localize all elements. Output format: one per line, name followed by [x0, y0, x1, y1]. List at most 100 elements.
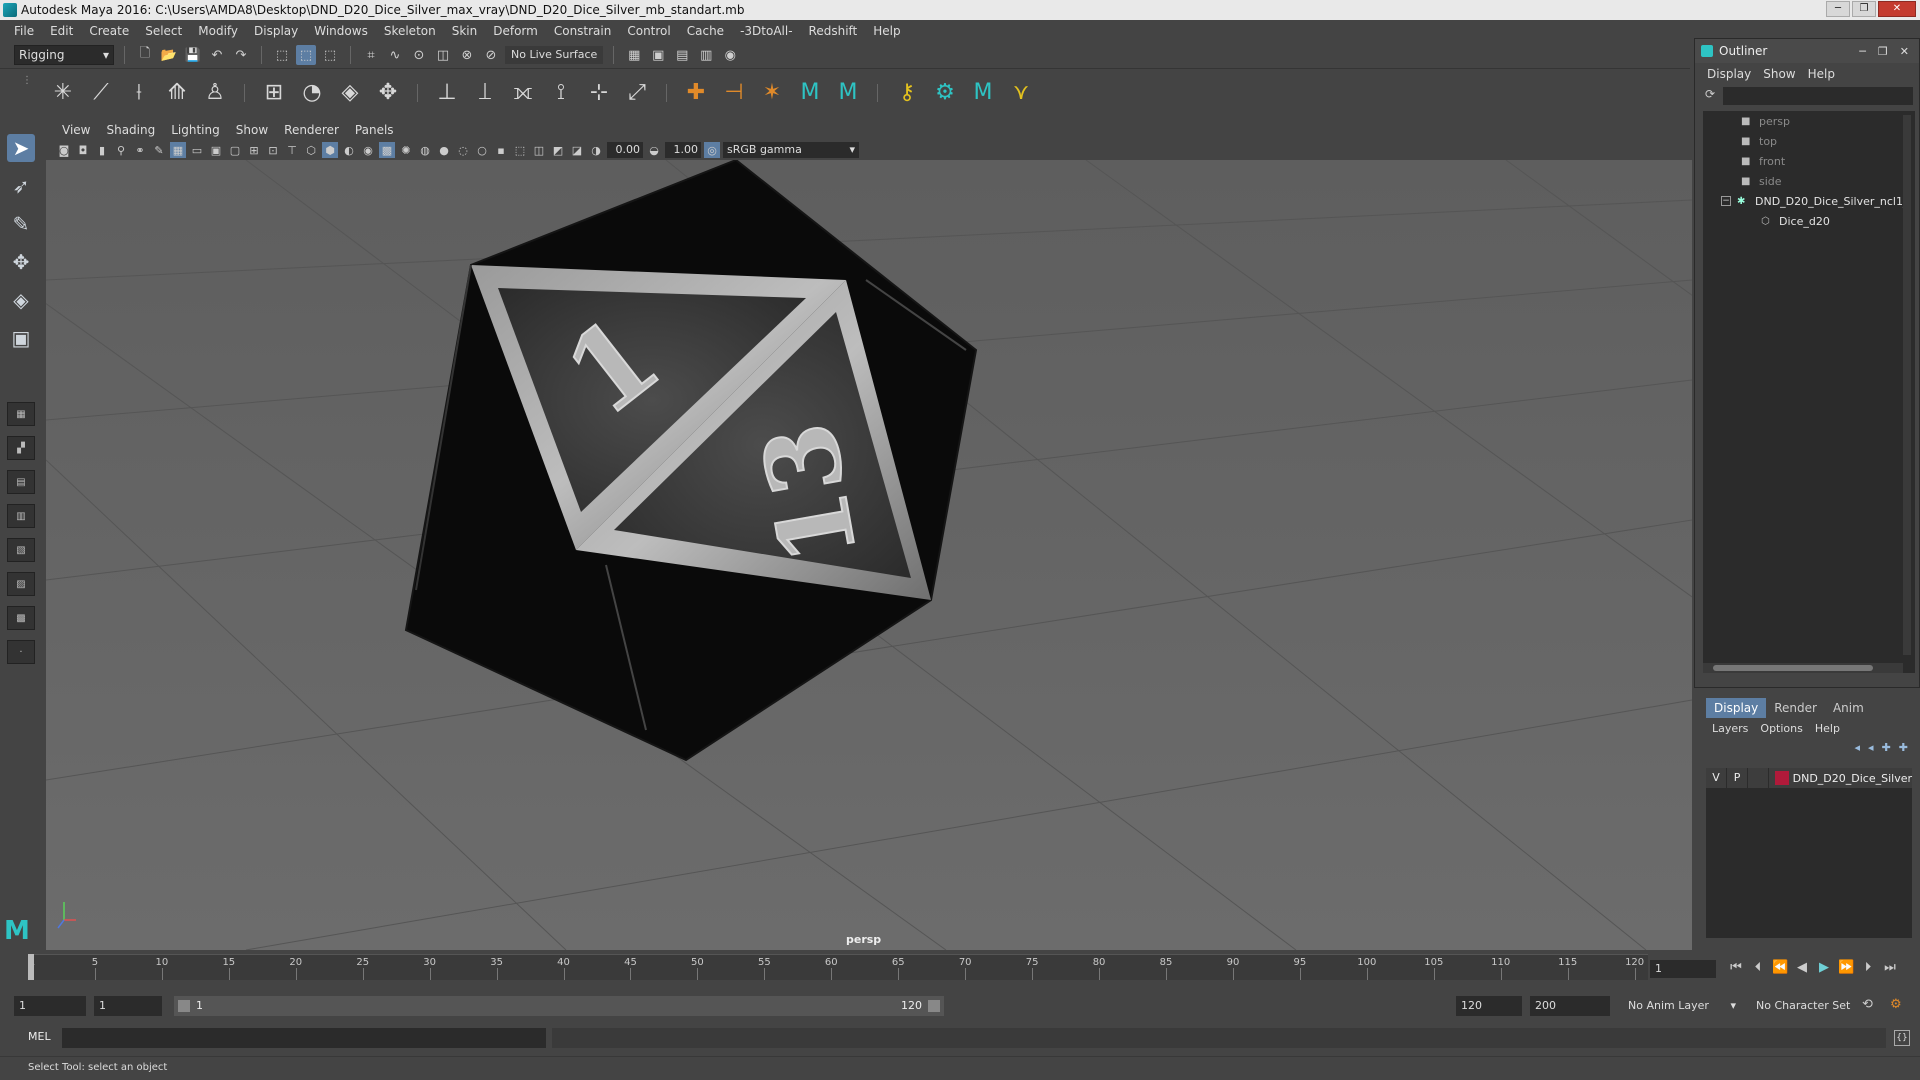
node-editor-icon[interactable]: M	[968, 78, 998, 108]
depth-of-field-icon[interactable]: ▪	[493, 142, 509, 158]
anti-aliasing-icon[interactable]: ○	[474, 142, 490, 158]
default-material-icon[interactable]: ◐	[341, 142, 357, 158]
image-plane-icon[interactable]: ⚲	[113, 142, 129, 158]
menu-file[interactable]: File	[6, 24, 42, 38]
play-forwards-icon[interactable]: ▶	[1816, 960, 1832, 975]
menu-deform[interactable]: Deform	[485, 24, 546, 38]
viewport-menu-view[interactable]: View	[54, 123, 98, 137]
viewport-menu-show[interactable]: Show	[228, 123, 276, 137]
close-button[interactable]: ✕	[1878, 1, 1916, 17]
viewport-menu-renderer[interactable]: Renderer	[276, 123, 347, 137]
point-constraint-icon[interactable]: ⊹	[584, 78, 614, 108]
outliner-item-persp[interactable]: ■ persp	[1703, 111, 1915, 131]
current-time-indicator[interactable]	[28, 954, 34, 980]
outliner-vertical-scrollbar[interactable]	[1903, 115, 1911, 655]
snap-grid-icon[interactable]: ⌗	[361, 45, 381, 65]
paint-weights-icon[interactable]: ⟘	[470, 78, 500, 108]
layer-playback-toggle[interactable]: P	[1727, 768, 1749, 788]
2d-pan-zoom-icon[interactable]: ⚭	[132, 142, 148, 158]
view-transform-dropdown[interactable]: sRGB gamma ▾	[723, 142, 859, 158]
step-forward-frame-icon[interactable]: ⏵	[1860, 960, 1876, 975]
set-driven-key-icon[interactable]: ⚷	[892, 78, 922, 108]
range-start-handle[interactable]	[178, 1000, 190, 1012]
xray-icon[interactable]: ◫	[531, 142, 547, 158]
make-live-icon[interactable]: ⊘	[481, 45, 501, 65]
paint-select-tool-icon[interactable]: ✎	[7, 210, 35, 238]
live-surface-field[interactable]: No Live Surface	[505, 46, 604, 64]
preferences-icon[interactable]: ⚙	[1890, 997, 1902, 1012]
menu-skin[interactable]: Skin	[444, 24, 486, 38]
menu-select[interactable]: Select	[137, 24, 190, 38]
render-settings-icon[interactable]: ▥	[696, 45, 716, 65]
shelf-grip-icon[interactable]: ⋮	[22, 75, 32, 111]
snap-curve-icon[interactable]: ∿	[385, 45, 405, 65]
camera-attributes-icon[interactable]: ◘	[75, 142, 91, 158]
gate-mask-icon[interactable]: ▢	[227, 142, 243, 158]
ik-handle-icon[interactable]: ⟋	[86, 78, 116, 108]
step-forward-key-icon[interactable]: ⏩	[1838, 960, 1854, 975]
menu-help[interactable]: Help	[865, 24, 908, 38]
menu-modify[interactable]: Modify	[190, 24, 246, 38]
menu-edit[interactable]: Edit	[42, 24, 81, 38]
menu-cache[interactable]: Cache	[679, 24, 732, 38]
undo-icon[interactable]: ↶	[207, 45, 227, 65]
animation-start-field[interactable]: 1	[14, 996, 86, 1016]
scrollbar-thumb[interactable]	[1713, 665, 1873, 671]
layer-color-swatch[interactable]	[1775, 771, 1789, 785]
outliner-menu-show[interactable]: Show	[1757, 67, 1801, 81]
wrap-deformer-icon[interactable]: ◈	[335, 78, 365, 108]
menu-set-dropdown[interactable]: Rigging ▾	[14, 45, 114, 65]
exposure-field[interactable]: 0.00	[607, 142, 643, 158]
collapse-icon[interactable]: −	[1721, 196, 1731, 206]
ipr-render-icon[interactable]: ▤	[672, 45, 692, 65]
scene-canvas[interactable]: 1 13	[46, 160, 1692, 950]
color-management-icon[interactable]: ◎	[704, 142, 720, 158]
range-bar[interactable]: 1 120	[174, 996, 944, 1016]
outliner-item-dice-group[interactable]: − ✱ DND_D20_Dice_Silver_ncl1_	[1703, 191, 1915, 211]
sculpt-deformer-icon[interactable]: ✥	[373, 78, 403, 108]
playback-start-field[interactable]: 1	[94, 996, 162, 1016]
film-gate-icon[interactable]: ▭	[189, 142, 205, 158]
rotate-tool-icon[interactable]: ◈	[7, 286, 35, 314]
screen-space-ao-icon[interactable]: ●	[436, 142, 452, 158]
viewport-menu-shading[interactable]: Shading	[98, 123, 163, 137]
select-hierarchy-icon[interactable]: ⬚	[272, 45, 292, 65]
lasso-tool-icon[interactable]: ➶	[7, 172, 35, 200]
auto-key-icon[interactable]: ⟲	[1862, 997, 1873, 1012]
hypershade-icon[interactable]: ◉	[720, 45, 740, 65]
command-input[interactable]	[62, 1028, 546, 1048]
grease-pencil-icon[interactable]: ✎	[151, 142, 167, 158]
textured-icon[interactable]: ▩	[379, 142, 395, 158]
anim-layer-dropdown[interactable]: No Anim Layer ▾	[1624, 996, 1742, 1016]
go-to-end-icon[interactable]: ⏭	[1882, 960, 1898, 975]
joint-tool-icon[interactable]: ✳	[48, 78, 78, 108]
connection-editor-icon[interactable]: ⚙	[930, 78, 960, 108]
scale-tool-icon[interactable]: ▣	[7, 324, 35, 352]
gamma-icon[interactable]: ◒	[646, 142, 662, 158]
exposure-icon[interactable]: ◑	[588, 142, 604, 158]
scale-constraint-icon[interactable]: ✶	[757, 78, 787, 108]
outliner-search-input[interactable]	[1723, 87, 1913, 105]
redo-icon[interactable]: ↷	[231, 45, 251, 65]
menu-create[interactable]: Create	[81, 24, 137, 38]
go-to-start-icon[interactable]: ⏮	[1728, 960, 1744, 975]
new-layer-selected-icon[interactable]: ✚	[1899, 741, 1908, 754]
menu-redshift[interactable]: Redshift	[801, 24, 866, 38]
cluster-icon[interactable]: ◔	[297, 78, 327, 108]
tab-render[interactable]: Render	[1766, 698, 1825, 718]
humanik-icon[interactable]: ♙	[200, 78, 230, 108]
ik-spline-icon[interactable]: ⟊	[124, 78, 154, 108]
maximize-button[interactable]: ❐	[1852, 1, 1876, 17]
outliner-menu-display[interactable]: Display	[1701, 67, 1757, 81]
camera-select-icon[interactable]: ◙	[56, 142, 72, 158]
snap-live-icon[interactable]: ⊗	[457, 45, 477, 65]
orient-constraint-icon[interactable]: ✚	[681, 78, 711, 108]
outliner-item-side[interactable]: ■ side	[1703, 171, 1915, 191]
xray-joints-icon[interactable]: ◩	[550, 142, 566, 158]
outliner-minimize-button[interactable]: ─	[1859, 45, 1866, 58]
menu-control[interactable]: Control	[619, 24, 678, 38]
menu-skeleton[interactable]: Skeleton	[376, 24, 444, 38]
menu-3dtoall[interactable]: -3DtoAll-	[732, 24, 800, 38]
uv-layout-icon[interactable]: ▨	[7, 572, 35, 596]
blend-shape-icon[interactable]: M	[795, 78, 825, 108]
